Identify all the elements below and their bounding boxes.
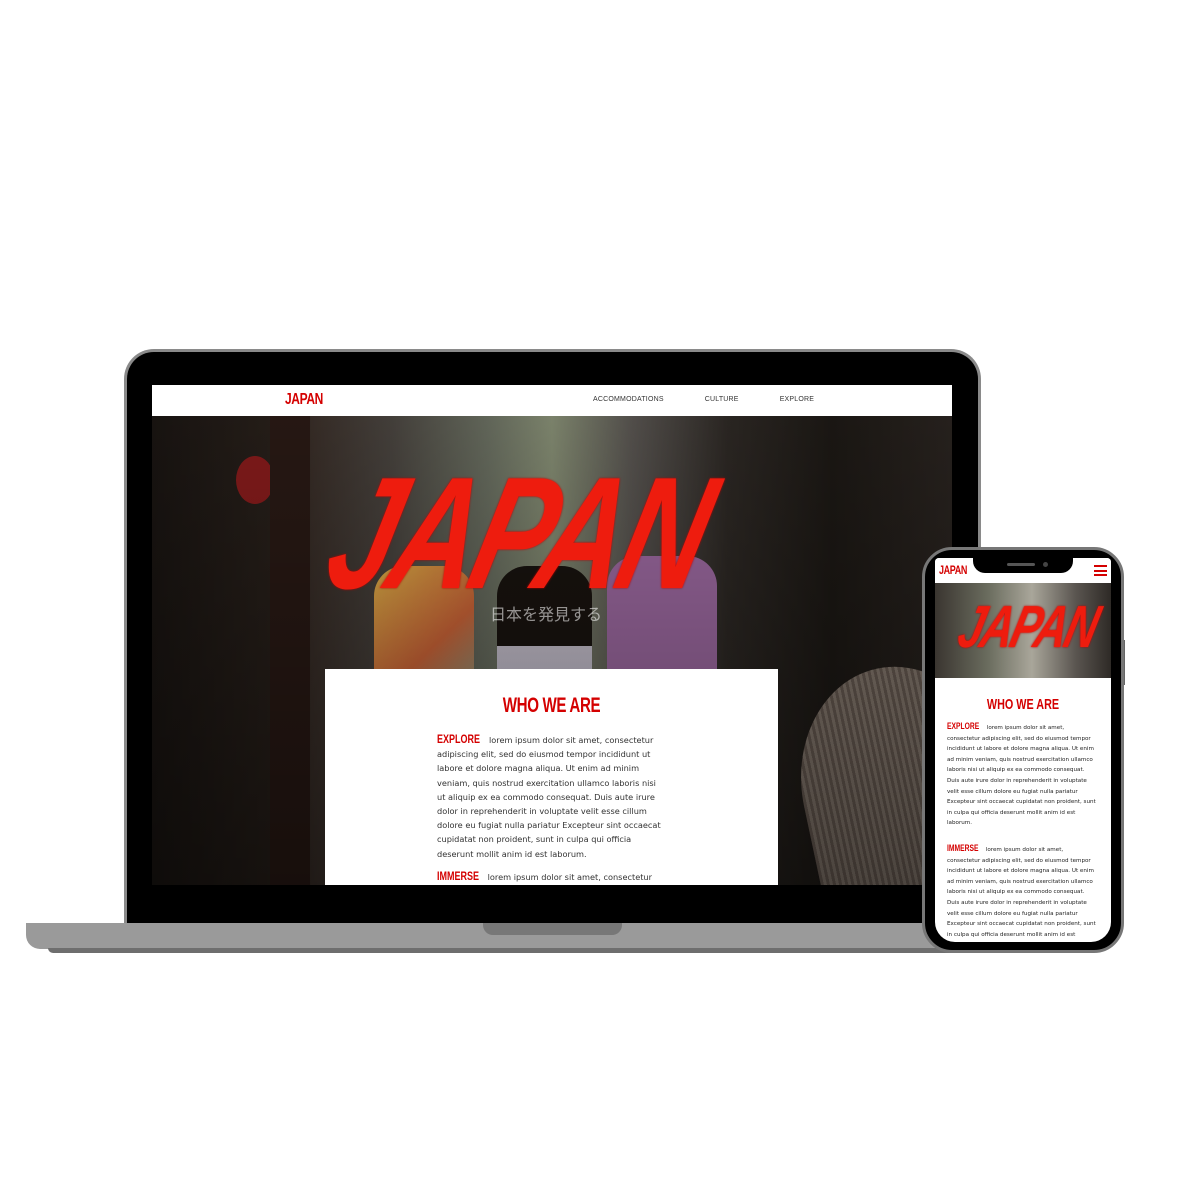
immerse-paragraph: IMMERSE lorem ipsum dolor sit amet, cons… [437,869,663,885]
mobile-immerse-keyword: IMMERSE [947,842,979,853]
mobile-content: WHO WE ARE EXPLORE lorem ipsum dolor sit… [935,678,1111,942]
mobile-logo[interactable]: JAPAN [939,563,967,577]
mobile-hero-image: JAPAN [935,583,1111,678]
section-title: WHO WE ARE [502,694,601,717]
mobile-explore-text: lorem ipsum dolor sit amet, consectetur … [947,725,1096,827]
explore-keyword: EXPLORE [437,732,481,746]
phone-notch [973,558,1073,573]
nav-links: ACCOMMODATIONS CULTURE EXPLORE [593,396,855,403]
camera [1043,562,1048,567]
who-we-are-card: WHO WE ARE EXPLORE lorem ipsum dolor sit… [325,669,778,885]
laptop-base-shadow [48,948,958,953]
desktop-navbar: JAPAN ACCOMMODATIONS CULTURE EXPLORE [152,385,952,416]
nav-accommodations[interactable]: ACCOMMODATIONS [593,396,664,403]
immerse-keyword: IMMERSE [437,869,480,883]
laptop-base [26,923,981,949]
nav-culture[interactable]: CULTURE [705,396,739,403]
hero-subtitle: 日本を発見する [490,605,603,624]
laptop-screen: JAPAN ACCOMMODATIONS CULTURE EXPLORE JAP… [152,385,952,885]
nav-explore[interactable]: EXPLORE [780,396,814,403]
mobile-explore-keyword: EXPLORE [947,721,980,731]
mobile-immerse-text: lorem ipsum dolor sit amet, consectetur … [947,846,1096,938]
phone-screen: JAPAN JAPAN WHO WE ARE EXPLORE lorem ips… [935,558,1111,942]
mobile-navbar: JAPAN [935,558,1111,583]
mobile-explore-paragraph: EXPLORE lorem ipsum dolor sit amet, cons… [947,721,1097,829]
hamburger-menu-icon[interactable] [1094,565,1107,576]
explore-paragraph: EXPLORE lorem ipsum dolor sit amet, cons… [437,732,663,861]
laptop-notch [483,923,622,935]
mobile-immerse-paragraph: IMMERSE lorem ipsum dolor sit amet, cons… [947,843,1097,942]
speaker [1007,563,1035,566]
mobile-section-title: WHO WE ARE [986,696,1060,713]
hero-title: JAPAN [311,444,728,624]
hero-image: JAPAN 日本を発見する WHO WE ARE EXPLORE lorem i… [152,416,952,885]
mobile-hero-title: JAPAN [951,594,1105,661]
explore-text: lorem ipsum dolor sit amet, consectetur … [437,735,661,859]
site-logo[interactable]: JAPAN [285,391,323,409]
